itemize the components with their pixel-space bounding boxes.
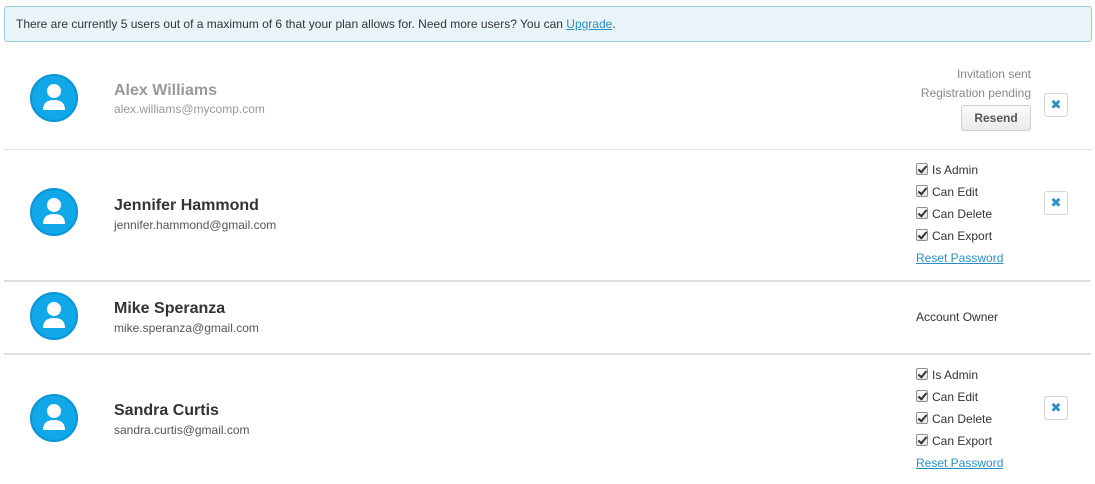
close-icon: ✖ [1050,195,1062,210]
checkbox-checked[interactable] [916,163,928,175]
remove-user-button[interactable]: ✖ [1044,396,1068,420]
checkbox-checked[interactable] [916,412,928,424]
permission-can-export[interactable]: Can Export [916,228,992,244]
permission-can-delete[interactable]: Can Delete [916,411,992,427]
user-avatar-icon [30,292,78,340]
user-name: Mike Speranza [114,300,226,317]
reset-password-link[interactable]: Reset Password [916,456,1003,470]
remove-user-button[interactable]: ✖ [1044,191,1068,215]
user-row: Sandra Curtis sandra.curtis@gmail.com Is… [4,355,1091,484]
permission-can-delete[interactable]: Can Delete [916,206,992,222]
account-owner-label: Account Owner [916,310,999,324]
checkbox-checked[interactable] [916,368,928,380]
permission-can-export[interactable]: Can Export [916,433,992,449]
upgrade-link[interactable]: Upgrade [566,17,612,31]
checkbox-checked[interactable] [916,207,928,219]
user-email: alex.williams@mycomp.com [114,102,265,116]
checkbox-checked[interactable] [916,185,928,197]
plan-limit-notice: There are currently 5 users out of a max… [4,6,1092,42]
notice-text: There are currently 5 users out of a max… [16,17,567,31]
checkbox-checked[interactable] [916,390,928,402]
user-row-pending: Alex Williams alex.williams@mycomp.com I… [4,50,1091,150]
notice-suffix: . [612,17,616,31]
user-avatar-icon [30,74,78,122]
close-icon: ✖ [1050,400,1062,415]
resend-button[interactable]: Resend [961,105,1031,131]
user-name: Alex Williams [114,82,218,99]
user-name: Sandra Curtis [114,402,219,419]
invitation-status: Invitation sent [956,67,1031,81]
permission-can-edit[interactable]: Can Edit [916,184,978,200]
user-name: Jennifer Hammond [114,197,259,214]
close-icon: ✖ [1050,97,1062,112]
user-email: sandra.curtis@gmail.com [114,423,250,437]
registration-status: Registration pending [920,86,1031,100]
user-avatar-icon [30,394,78,442]
permission-can-edit[interactable]: Can Edit [916,389,978,405]
user-row-owner: Mike Speranza mike.speranza@gmail.com Ac… [4,282,1091,355]
checkbox-checked[interactable] [916,434,928,446]
permission-is-admin[interactable]: Is Admin [916,367,978,383]
checkbox-checked[interactable] [916,229,928,241]
user-email: jennifer.hammond@gmail.com [114,218,277,232]
user-email: mike.speranza@gmail.com [114,321,259,335]
reset-password-link[interactable]: Reset Password [916,251,1003,265]
user-avatar-icon [30,188,78,236]
user-row: Jennifer Hammond jennifer.hammond@gmail.… [4,150,1091,282]
remove-user-button[interactable]: ✖ [1044,93,1068,117]
permission-is-admin[interactable]: Is Admin [916,162,978,178]
